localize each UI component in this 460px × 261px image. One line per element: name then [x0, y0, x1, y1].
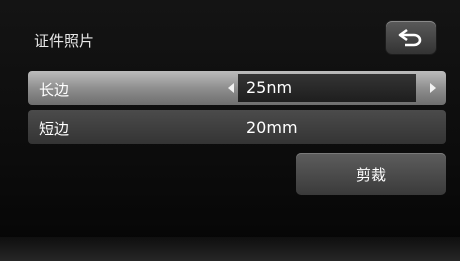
bottom-strip: [0, 237, 460, 261]
back-button[interactable]: [386, 21, 436, 54]
return-arrow-icon: [398, 28, 422, 47]
short-side-row[interactable]: 短边 20mm: [28, 110, 446, 144]
page-title: 证件照片: [34, 32, 95, 50]
short-side-label: 短边: [39, 120, 70, 138]
crop-button-label: 剪裁: [355, 166, 386, 184]
screen: 证件照片 长边 25nm 短边 20mm 剪裁: [0, 0, 460, 261]
long-side-value-box[interactable]: 25nm: [238, 74, 416, 102]
decrease-arrow-icon[interactable]: [228, 83, 234, 93]
short-side-value: 20mm: [246, 118, 298, 137]
long-side-row[interactable]: 长边 25nm: [28, 71, 446, 105]
increase-arrow-icon[interactable]: [430, 83, 436, 93]
long-side-label: 长边: [39, 81, 70, 99]
long-side-value: 25nm: [246, 78, 293, 97]
crop-button[interactable]: 剪裁: [296, 153, 446, 195]
